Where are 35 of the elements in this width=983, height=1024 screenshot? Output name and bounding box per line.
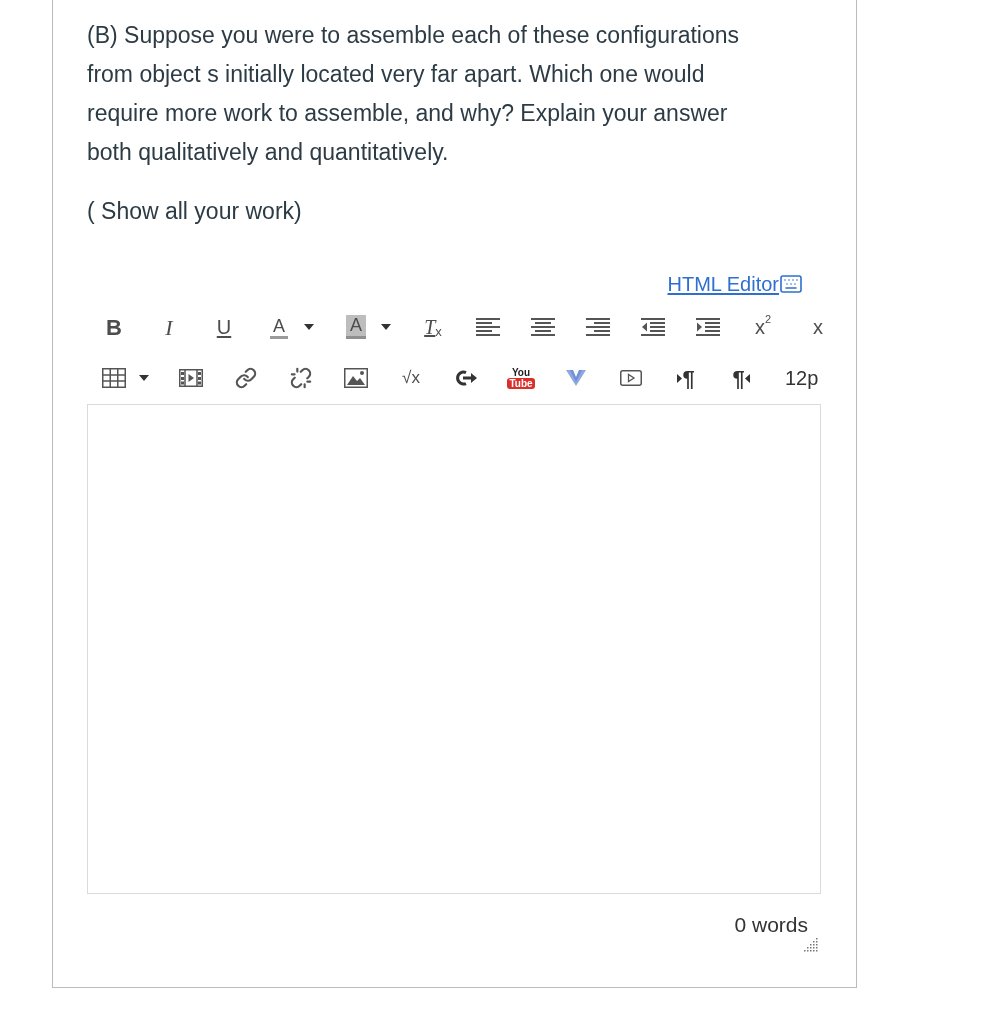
word-count: 0 words — [734, 913, 808, 937]
triangle-right-icon — [677, 373, 683, 383]
font-size-button[interactable]: 12p — [777, 361, 827, 395]
align-right-icon — [586, 318, 610, 336]
caret-icon — [381, 324, 391, 330]
image-icon — [344, 368, 368, 388]
instruction-text: ( Show all your work) — [87, 197, 303, 226]
link-icon — [235, 367, 257, 389]
equation-button[interactable]: √x — [392, 361, 430, 395]
triangle-left-icon — [744, 373, 750, 383]
highlight-button[interactable]: A — [337, 310, 375, 344]
bold-button[interactable]: B — [95, 310, 133, 344]
underline-button[interactable]: U — [205, 310, 243, 344]
arrow-icon — [455, 369, 477, 387]
resize-grip-icon[interactable] — [804, 938, 818, 952]
play-icon — [620, 370, 642, 386]
html-editor-link[interactable]: HTML Editor — [667, 272, 803, 296]
keyboard-icon — [779, 272, 803, 296]
question-text: (B) Suppose you were to assemble each of these configurations from object s initially located very far apart. Which one would require more work to assemble, and why? Explain your answer both qualitatively and quantitatively. — [87, 21, 741, 167]
indent-icon — [696, 318, 720, 336]
italic-button[interactable]: I — [150, 310, 188, 344]
caret-icon — [139, 375, 149, 381]
align-center-icon — [531, 318, 555, 336]
v-mark-icon — [566, 370, 586, 386]
table-icon — [102, 368, 126, 388]
subscript-button[interactable]: x — [799, 310, 837, 344]
broken-link-icon — [290, 367, 312, 389]
youtube-button[interactable]: You Tube — [502, 361, 540, 395]
text-color-button[interactable]: A — [260, 310, 298, 344]
outdent-icon — [641, 318, 665, 336]
paragraph-rtl-button[interactable]: ¶ — [722, 361, 760, 395]
film-icon — [179, 369, 203, 387]
caret-icon — [304, 324, 314, 330]
paragraph-ltr-button[interactable]: ¶ — [667, 361, 705, 395]
align-left-icon — [476, 318, 500, 336]
